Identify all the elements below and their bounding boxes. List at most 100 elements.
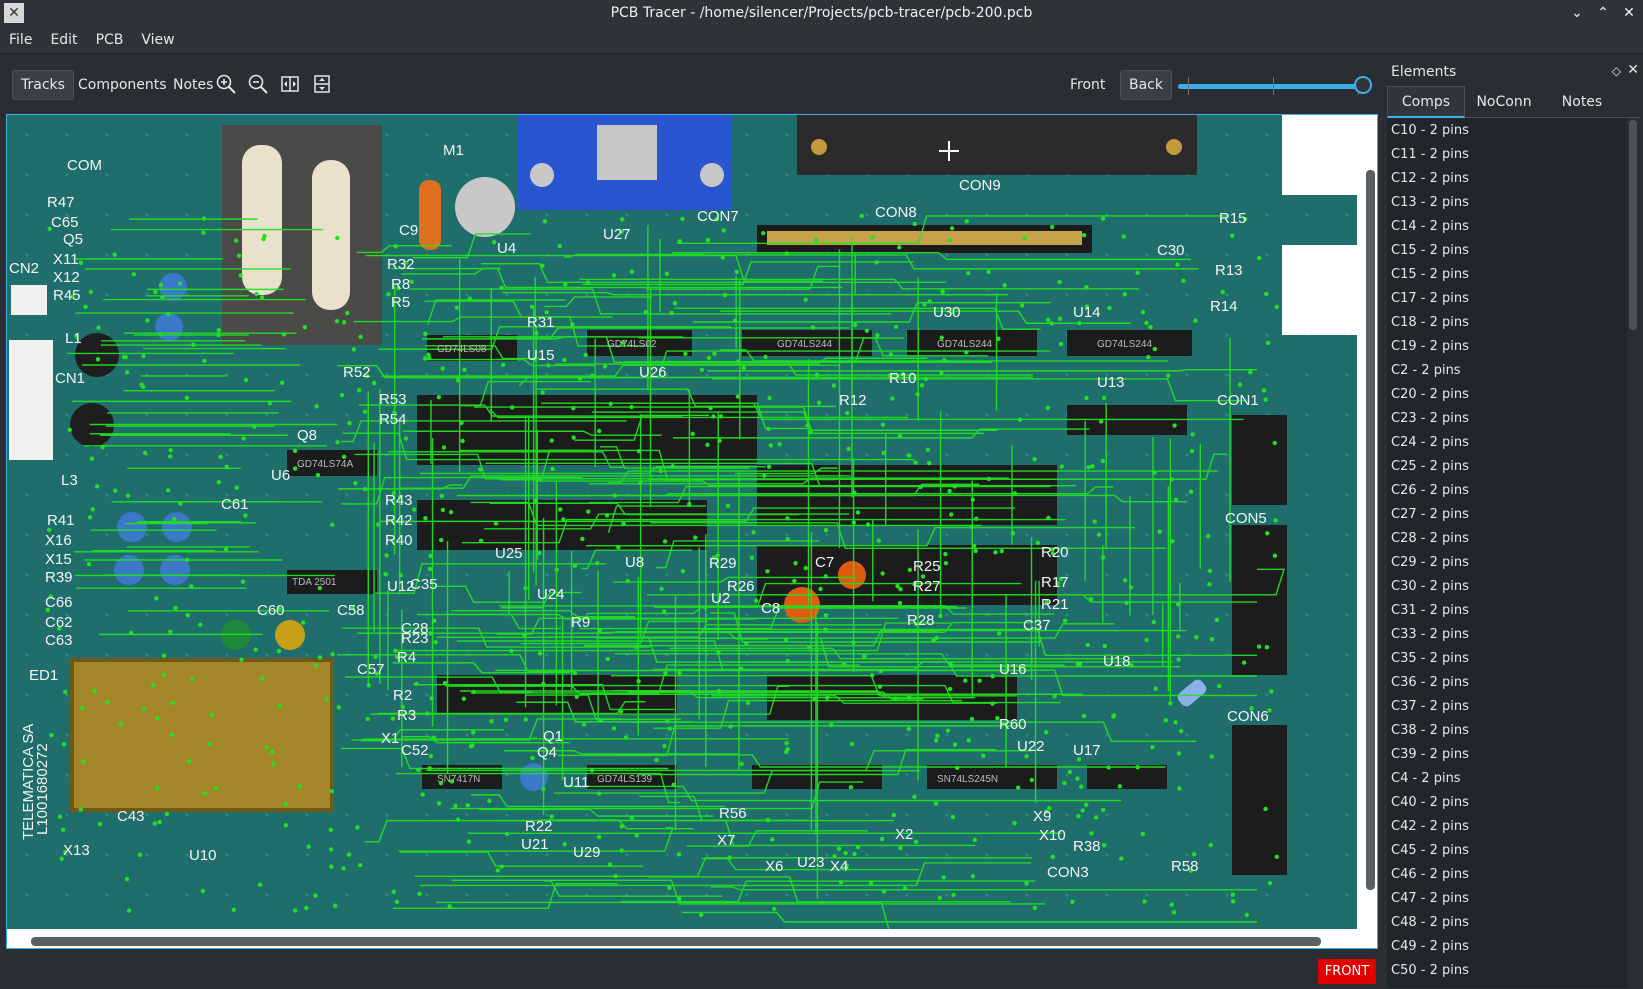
board-label: U16 [999,661,1027,678]
notes-button[interactable]: Notes [165,70,221,100]
canvas-vertical-scrollbar[interactable] [1366,170,1375,890]
board-label: R22 [525,818,553,835]
list-item[interactable]: C45 - 2 pins [1387,838,1627,862]
board-label: R60 [999,716,1027,733]
tab-notes[interactable]: Notes [1543,86,1621,118]
menu-file[interactable]: File [0,32,41,48]
chip-marking: SN74LS245N [937,774,998,785]
list-item[interactable]: C50 - 2 pins [1387,958,1627,982]
tab-comps[interactable]: Comps [1387,86,1465,118]
close-panel-icon[interactable]: ✕ [1627,62,1639,78]
components-button[interactable]: Components [70,70,175,100]
list-item[interactable]: C12 - 2 pins [1387,166,1627,190]
chip-marking: GD74LS244 [1097,339,1152,350]
board-label: C52 [401,742,429,759]
list-item[interactable]: C25 - 2 pins [1387,454,1627,478]
zoom-out-icon[interactable] [247,73,269,95]
title-bar: ✕ PCB Tracer - /home/silencer/Projects/p… [0,0,1643,26]
list-item[interactable]: C11 - 2 pins [1387,142,1627,166]
board-label: U8 [625,554,644,571]
list-item[interactable]: C28 - 2 pins [1387,526,1627,550]
maximize-icon[interactable]: ⌃ [1595,5,1611,21]
chip-marking: GD74LS244 [777,339,832,350]
list-item[interactable]: C15 - 2 pins [1387,262,1627,286]
board-label: R2 [393,687,412,704]
board-label: C63 [45,632,73,649]
list-item[interactable]: C48 - 2 pins [1387,910,1627,934]
list-item[interactable]: C49 - 2 pins [1387,934,1627,958]
list-item[interactable]: C35 - 2 pins [1387,646,1627,670]
board-label: C7 [815,554,834,571]
list-item[interactable]: C26 - 2 pins [1387,478,1627,502]
board-label: C37 [1023,617,1051,634]
board-label: R29 [709,555,737,572]
list-item[interactable]: C10 - 2 pins [1387,118,1627,142]
board-label: R9 [571,614,590,631]
canvas-horizontal-scrollbar[interactable] [31,937,1321,946]
list-scrollbar[interactable] [1629,120,1637,330]
list-item[interactable]: C39 - 2 pins [1387,742,1627,766]
front-layer-label[interactable]: Front [1070,70,1105,100]
minimize-icon[interactable]: ⌄ [1569,5,1585,21]
pcb-canvas[interactable]: COM R47 C65 Q5 X11 X12 R45 CN2 L1 CN1 L3 R41 X16 X15 R… [6,114,1378,949]
board-label: C62 [45,614,73,631]
list-item[interactable]: C13 - 2 pins [1387,190,1627,214]
board-label: Q8 [297,427,317,444]
board-label: Q5 [63,231,83,248]
list-item[interactable]: C19 - 2 pins [1387,334,1627,358]
list-item[interactable]: C17 - 2 pins [1387,286,1627,310]
tab-noconn[interactable]: NoConn [1465,86,1543,118]
list-item[interactable]: C18 - 2 pins [1387,310,1627,334]
list-item[interactable]: C36 - 2 pins [1387,670,1627,694]
board-label: R12 [839,392,867,409]
board-label: C66 [45,594,73,611]
list-item[interactable]: C4 - 2 pins [1387,766,1627,790]
component-list[interactable]: C10 - 2 pins C11 - 2 pins C12 - 2 pins C13 … [1387,118,1627,988]
window-title: PCB Tracer - /home/silencer/Projects/pcb… [610,5,1033,21]
menu-pcb[interactable]: PCB [87,32,133,48]
back-layer-button[interactable]: Back [1120,70,1172,100]
board-label: X16 [45,532,72,549]
board-label: C43 [117,808,145,825]
list-item[interactable]: C33 - 2 pins [1387,622,1627,646]
list-item[interactable]: C42 - 2 pins [1387,814,1627,838]
zoom-in-icon[interactable] [215,73,237,95]
board-label: R27 [913,578,941,595]
list-item[interactable]: C20 - 2 pins [1387,382,1627,406]
board-label: C60 [257,602,285,619]
panel-title: Elements [1391,64,1457,80]
board-label: R45 [53,287,81,304]
board-label: R17 [1041,574,1069,591]
board-label: U30 [933,304,961,321]
list-item[interactable]: C30 - 2 pins [1387,574,1627,598]
list-item[interactable]: C29 - 2 pins [1387,550,1627,574]
list-item[interactable]: C46 - 2 pins [1387,862,1627,886]
list-item[interactable]: C37 - 2 pins [1387,694,1627,718]
fit-width-icon[interactable] [279,73,301,95]
list-item[interactable]: C47 - 2 pins [1387,886,1627,910]
list-item[interactable]: C31 - 2 pins [1387,598,1627,622]
list-item[interactable]: C15 - 2 pins [1387,238,1627,262]
layer-opacity-slider[interactable] [1178,76,1372,95]
list-item[interactable]: C27 - 2 pins [1387,502,1627,526]
board-label: R38 [1073,838,1101,855]
list-item[interactable]: C14 - 2 pins [1387,214,1627,238]
pcb-board-view[interactable]: COMR47C65Q5X11X12R45CN2L1CN1L3R41X16X15R… [7,115,1357,929]
list-item[interactable]: C23 - 2 pins [1387,406,1627,430]
board-label: R14 [1210,298,1238,315]
close-icon[interactable]: ✕ [1621,5,1637,21]
list-item[interactable]: C38 - 2 pins [1387,718,1627,742]
list-item[interactable]: C2 - 2 pins [1387,358,1627,382]
menu-view[interactable]: View [132,32,183,48]
slider-handle[interactable] [1354,76,1372,94]
board-label: C30 [1157,242,1185,259]
board-label: COM [67,157,102,174]
menu-edit[interactable]: Edit [41,32,86,48]
tracks-button[interactable]: Tracks [12,70,74,100]
list-item[interactable]: C24 - 2 pins [1387,430,1627,454]
float-panel-icon[interactable]: ◇ [1612,64,1621,78]
fit-height-icon[interactable] [311,73,333,95]
list-item[interactable]: C40 - 2 pins [1387,790,1627,814]
board-label: M1 [443,142,464,159]
board-label: X1 [381,730,399,747]
